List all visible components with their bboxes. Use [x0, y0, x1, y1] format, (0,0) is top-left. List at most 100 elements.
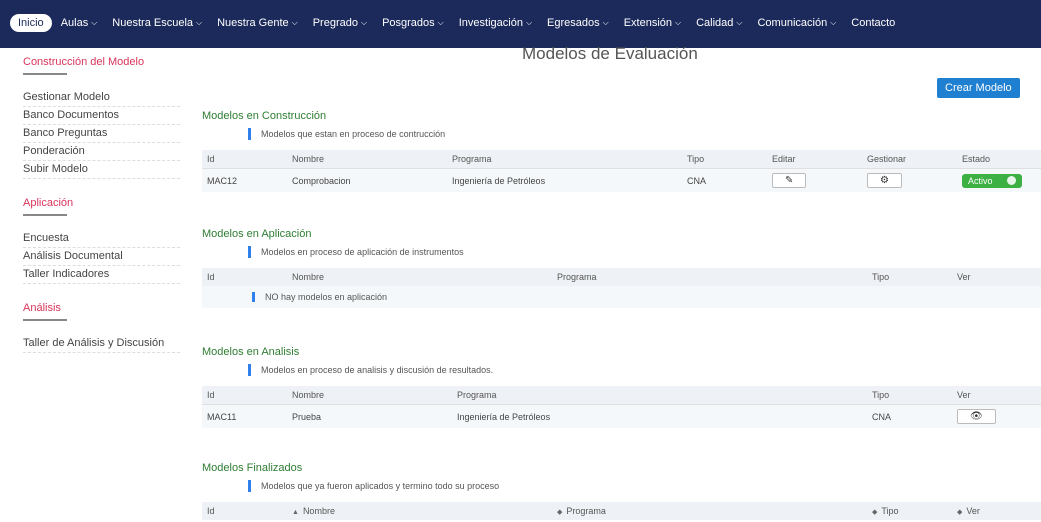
chevron-down-icon: ⌵ [437, 18, 444, 27]
sidebar-item-banco-preguntas[interactable]: Banco Preguntas [23, 125, 180, 143]
cell-tipo: CNA [682, 168, 767, 192]
nav-item-calidad[interactable]: Calidad ⌵ [696, 17, 742, 29]
nav-item-contacto[interactable]: Contacto [851, 17, 895, 29]
nav-label: Posgrados [382, 17, 435, 29]
col-header: Programa [447, 150, 682, 169]
page-title: Modelos de Evaluación [522, 44, 698, 63]
cell-nombre: Comprobacion [287, 168, 447, 192]
col-header-sortable[interactable]: ◆ Programa [552, 502, 867, 520]
section-aplicacion: Modelos en Aplicación Modelos en proceso… [202, 228, 1041, 308]
view-button[interactable]: 👁 [957, 409, 996, 424]
col-header: Programa [552, 268, 867, 286]
sidebar-item-banco-documentos[interactable]: Banco Documentos [23, 107, 180, 125]
section-description: Modelos que ya fueron aplicados y termin… [248, 480, 1041, 492]
models-table: Id Nombre Programa Tipo Editar Gestionar… [202, 150, 1041, 192]
table-header-row: Id ▲ Nombre ◆ Programa ◆ Tipo ◆ Ver [202, 502, 1041, 520]
chevron-down-icon: ⌵ [675, 18, 682, 27]
sidebar-item-taller-analisis[interactable]: Taller de Análisis y Discusión [23, 335, 180, 353]
empty-message: NO hay modelos en aplicación [252, 292, 388, 302]
section-description: Modelos que estan en proceso de contrucc… [248, 128, 1041, 140]
sort-icon: ◆ [957, 509, 963, 516]
cell-gestionar: ⚙ [862, 168, 957, 192]
col-header: Programa [452, 386, 867, 405]
col-header: Id [202, 386, 287, 405]
gear-icon: ⚙ [880, 175, 889, 186]
create-model-button[interactable]: Crear Modelo [937, 78, 1020, 98]
col-header: Ver [952, 386, 1041, 405]
nav-item-extension[interactable]: Extensión ⌵ [624, 17, 681, 29]
top-navbar: Inicio Aulas ⌵ Nuestra Escuela ⌵ Nuestra G… [0, 0, 1041, 48]
chevron-down-icon: ⌵ [830, 18, 837, 27]
cell-ver: 👁 [952, 404, 1041, 428]
sort-asc-icon: ▲ [292, 509, 299, 516]
nav-item-investigacion[interactable]: Investigación ⌵ [459, 17, 532, 29]
models-table: Id Nombre Programa Tipo Ver [202, 268, 1041, 286]
sidebar-divider [23, 73, 67, 75]
toggle-knob-icon [1006, 176, 1016, 185]
sidebar-item-subir-modelo[interactable]: Subir Modelo [23, 161, 180, 179]
sidebar-divider [23, 214, 67, 216]
col-header-sortable[interactable]: ▲ Nombre [287, 502, 552, 520]
header-label: Ver [966, 506, 980, 516]
nav-item-inicio[interactable]: Inicio [10, 14, 52, 32]
cell-tipo: CNA [867, 404, 952, 428]
col-header[interactable]: Id [202, 502, 287, 520]
header-label: Nombre [302, 506, 335, 516]
sidebar-item-analisis-documental[interactable]: Análisis Documental [23, 248, 180, 266]
nav-item-posgrados[interactable]: Posgrados ⌵ [382, 17, 444, 29]
section-description: Modelos en proceso de analisis y discusi… [248, 364, 1041, 376]
col-header: Ver [952, 268, 1041, 286]
models-table: Id ▲ Nombre ◆ Programa ◆ Tipo ◆ Ver [202, 502, 1041, 520]
nav-item-pregrado[interactable]: Pregrado ⌵ [313, 17, 367, 29]
nav-label: Contacto [851, 17, 896, 29]
manage-button[interactable]: ⚙ [867, 173, 902, 188]
section-analisis: Modelos en Analisis Modelos en proceso d… [202, 346, 1041, 428]
cell-programa: Ingeniería de Petróleos [447, 168, 682, 192]
nav-item-aulas[interactable]: Aulas ⌵ [61, 17, 98, 29]
section-title: Modelos en Analisis [202, 346, 300, 358]
chevron-down-icon: ⌵ [602, 18, 609, 27]
pencil-icon: ✎ [785, 175, 794, 186]
models-table: Id Nombre Programa Tipo Ver MAC11 Prueba… [202, 386, 1041, 428]
section-title: Modelos Finalizados [202, 462, 303, 474]
sidebar-heading-construccion: Construcción del Modelo [23, 56, 145, 68]
edit-button[interactable]: ✎ [772, 173, 807, 188]
col-header: Nombre [287, 386, 452, 405]
nav-label: Nuestra Gente [217, 17, 289, 29]
cell-id: MAC11 [202, 404, 287, 428]
nav-item-comunicacion[interactable]: Comunicación ⌵ [757, 17, 836, 29]
col-header: Tipo [867, 268, 952, 286]
sidebar-item-encuesta[interactable]: Encuesta [23, 230, 180, 248]
col-header: Id [202, 268, 287, 286]
cell-editar: ✎ [767, 168, 862, 192]
nav-label: Investigación [458, 17, 523, 29]
cell-nombre: Prueba [287, 404, 452, 428]
nav-item-nuestra-gente[interactable]: Nuestra Gente ⌵ [217, 17, 298, 29]
status-toggle[interactable]: Activo [962, 173, 1022, 188]
status-label: Activo [968, 175, 993, 186]
sidebar-item-ponderacion[interactable]: Ponderación [23, 143, 180, 161]
table-row: MAC12 Comprobacion Ingeniería de Petróle… [202, 168, 1041, 192]
col-header: Gestionar [862, 150, 957, 169]
col-header-sortable[interactable]: ◆ Ver [952, 502, 1041, 520]
cell-id: MAC12 [202, 168, 287, 192]
nav-item-egresados[interactable]: Egresados ⌵ [547, 17, 609, 29]
section-construccion: Modelos en Construcción Modelos que esta… [202, 110, 1041, 192]
col-header-sortable[interactable]: ◆ Tipo [867, 502, 952, 520]
eye-icon: 👁 [970, 411, 983, 422]
sort-icon: ◆ [557, 509, 563, 516]
section-title: Modelos en Construcción [202, 110, 327, 122]
sort-icon: ◆ [872, 509, 878, 516]
chevron-down-icon: ⌵ [360, 18, 368, 27]
sidebar-heading-analisis: Análisis [23, 302, 61, 314]
col-header: Estado [957, 150, 1041, 169]
nav-label: Extensión [623, 17, 673, 29]
sidebar-item-taller-indicadores[interactable]: Taller Indicadores [23, 266, 180, 284]
col-header: Tipo [867, 386, 952, 405]
chevron-down-icon: ⌵ [525, 18, 533, 27]
section-finalizados: Modelos Finalizados Modelos que ya fuero… [202, 462, 1041, 520]
nav-item-nuestra-escuela[interactable]: Nuestra Escuela ⌵ [112, 17, 202, 29]
sidebar-item-gestionar-modelo[interactable]: Gestionar Modelo [23, 89, 180, 107]
nav-label: Nuestra Escuela [112, 17, 194, 29]
col-header: Nombre [287, 150, 447, 169]
